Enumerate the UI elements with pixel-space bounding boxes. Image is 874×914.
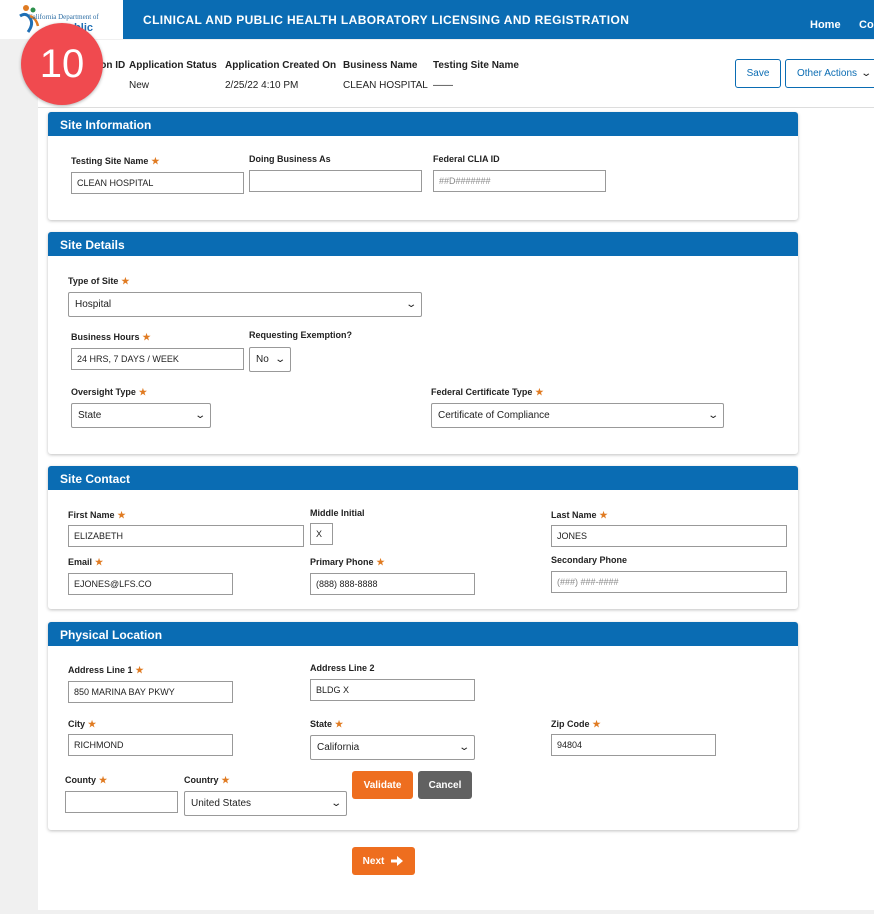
primary-phone-label: Primary Phone ★ [310,557,385,567]
testing-site-name-label: Testing Site Name ★ [71,156,160,166]
address-line2-label: Address Line 2 [310,663,375,673]
cancel-button[interactable]: Cancel [418,771,472,799]
state-select[interactable]: California ⌄ [310,735,475,760]
email-input[interactable]: EJONES@LFS.CO [68,573,233,595]
address-line1-label: Address Line 1 ★ [68,665,144,675]
zip-code-label: Zip Code ★ [551,719,601,729]
type-of-site-select[interactable]: Hospital ⌄ [68,292,422,317]
primary-phone-input[interactable]: (888) 888-8888 [310,573,475,595]
type-of-site-label: Type of Site ★ [68,276,130,286]
middle-initial-input[interactable]: X [310,523,333,545]
arrow-right-icon [391,856,404,866]
city-label: City ★ [68,719,97,729]
other-actions-button[interactable]: Other Actions ⌄ [785,59,874,88]
required-star-icon: ★ [117,510,126,520]
secondary-phone-label: Secondary Phone [551,555,628,565]
application-summary: Application ID 0000 Application Status N… [38,52,874,108]
business-hours-label: Business Hours ★ [71,332,151,342]
physical-location-title: Physical Location [48,622,798,646]
required-star-icon: ★ [535,387,544,397]
doing-business-as-input[interactable] [249,170,422,192]
save-button[interactable]: Save [735,59,781,88]
summary-business-name: Business Name CLEAN HOSPITAL [343,60,428,91]
chevron-down-icon: ⌄ [193,410,206,421]
chevron-down-icon: ⌄ [404,299,417,310]
middle-initial-label: Middle Initial [310,508,365,518]
secondary-phone-input[interactable]: (###) ###-#### [551,571,787,593]
required-star-icon: ★ [121,276,130,286]
city-input[interactable]: RICHMOND [68,734,233,756]
site-details-title: Site Details [48,232,798,256]
required-star-icon: ★ [599,510,608,520]
required-star-icon: ★ [135,665,144,675]
nav-contact-link[interactable]: Contact [859,19,874,31]
testing-site-name-input[interactable]: CLEAN HOSPITAL [71,172,244,194]
required-star-icon: ★ [142,332,151,342]
required-star-icon: ★ [138,387,147,397]
step-number-badge: 10 [21,23,103,105]
chevron-down-icon: ⌄ [457,742,470,753]
logo-text-top: California Department of [28,13,99,21]
federal-clia-id-label: Federal CLIA ID [433,154,500,164]
next-label: Next [362,855,385,867]
federal-certificate-type-select[interactable]: Certificate of Compliance ⌄ [431,403,724,428]
summary-created-on: Application Created On 2/25/22 4:10 PM [225,60,337,91]
required-star-icon: ★ [335,719,344,729]
chevron-down-icon: ⌄ [273,354,286,365]
site-information-card: Site Information Testing Site Name ★ CLEA… [48,112,798,220]
chevron-down-icon: ⌄ [329,798,342,809]
chevron-down-icon: ⌄ [706,410,719,421]
oversight-type-select[interactable]: State ⌄ [71,403,211,428]
doing-business-as-label: Doing Business As [249,154,331,164]
requesting-exemption-select[interactable]: No ⌄ [249,347,291,372]
summary-testing-site-name: Testing Site Name —— [433,60,519,91]
last-name-label: Last Name ★ [551,510,608,520]
site-information-title: Site Information [48,112,798,136]
state-label: State ★ [310,719,344,729]
country-select[interactable]: United States ⌄ [184,791,347,816]
country-label: Country ★ [184,775,230,785]
required-star-icon: ★ [99,775,108,785]
federal-certificate-type-label: Federal Certificate Type ★ [431,387,544,397]
required-star-icon: ★ [221,775,230,785]
site-details-card: Site Details Type of Site ★ Hospital ⌄ Bus… [48,232,798,454]
site-contact-card: Site Contact First Name ★ ELIZABETH Middl… [48,466,798,609]
required-star-icon: ★ [592,719,601,729]
first-name-label: First Name ★ [68,510,126,520]
business-hours-input[interactable]: 24 HRS, 7 DAYS / WEEK [71,348,244,370]
physical-location-card: Physical Location Address Line 1 ★ 850 MA… [48,622,798,830]
nav-home-link[interactable]: Home [810,19,841,31]
oversight-type-label: Oversight Type ★ [71,387,147,397]
required-star-icon: ★ [376,557,385,567]
email-label: Email ★ [68,557,104,567]
required-star-icon: ★ [151,156,160,166]
validate-button[interactable]: Validate [352,771,413,799]
federal-clia-id-input[interactable]: ##D####### [433,170,606,192]
required-star-icon: ★ [95,557,104,567]
requesting-exemption-label: Requesting Exemption? [249,330,353,340]
address-line1-input[interactable]: 850 MARINA BAY PKWY [68,681,233,703]
summary-application-status: Application Status New [129,60,217,91]
chevron-down-icon: ⌄ [860,68,873,79]
last-name-input[interactable]: JONES [551,525,787,547]
zip-code-input[interactable]: 94804 [551,734,716,756]
first-name-input[interactable]: ELIZABETH [68,525,304,547]
other-actions-label: Other Actions [797,68,858,79]
county-input[interactable] [65,791,178,813]
required-star-icon: ★ [88,719,97,729]
next-button[interactable]: Next [352,847,415,875]
site-contact-title: Site Contact [48,466,798,490]
app-title: CLINICAL AND PUBLIC HEALTH LABORATORY LI… [143,13,630,27]
address-line2-input[interactable]: BLDG X [310,679,475,701]
county-label: County ★ [65,775,108,785]
